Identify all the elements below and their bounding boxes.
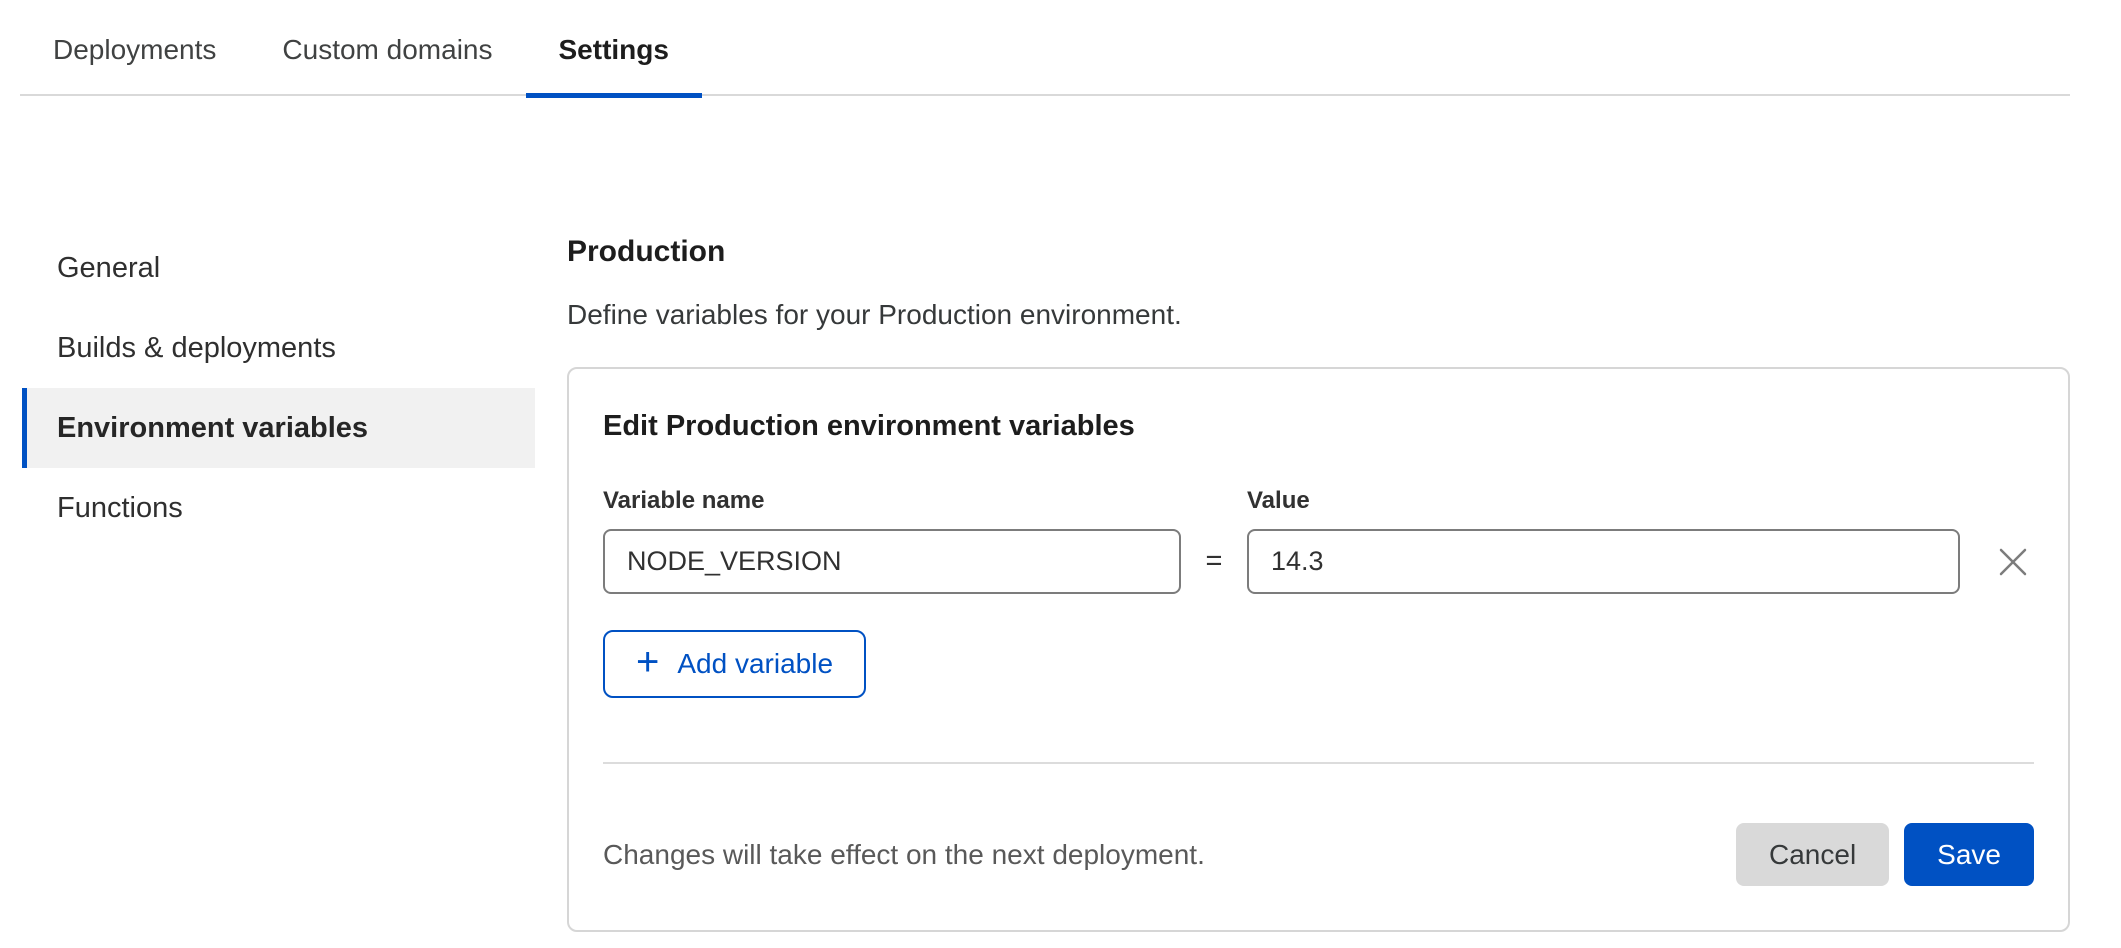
sidebar-item-functions[interactable]: Functions	[22, 468, 535, 548]
equals-sign: =	[1181, 545, 1247, 578]
save-button[interactable]: Save	[1904, 823, 2034, 886]
tab-settings[interactable]: Settings	[526, 34, 702, 94]
footer-actions: Cancel Save	[1736, 823, 2034, 886]
card-footer: Changes will take effect on the next dep…	[603, 764, 2034, 929]
tab-custom-domains[interactable]: Custom domains	[249, 34, 525, 94]
cancel-button[interactable]: Cancel	[1736, 823, 1889, 886]
footer-note: Changes will take effect on the next dep…	[603, 839, 1205, 871]
tab-bar: Deployments Custom domains Settings	[20, 0, 2070, 96]
variable-value-input[interactable]	[1247, 529, 1960, 594]
settings-sidebar: General Builds & deployments Environment…	[0, 228, 545, 548]
tab-deployments[interactable]: Deployments	[20, 34, 249, 94]
page-subtitle: Define variables for your Production env…	[567, 298, 2070, 331]
settings-layout: General Builds & deployments Environment…	[0, 96, 2121, 932]
remove-variable-button[interactable]	[1960, 546, 2034, 578]
sidebar-item-builds-deployments[interactable]: Builds & deployments	[22, 308, 535, 388]
sidebar-item-environment-variables[interactable]: Environment variables	[22, 388, 535, 468]
page-title: Production	[567, 234, 2070, 269]
sidebar-item-general[interactable]: General	[22, 228, 535, 308]
variable-row: =	[603, 529, 2034, 594]
value-label: Value	[1247, 487, 1310, 515]
add-variable-label: Add variable	[677, 648, 833, 680]
environment-variables-card: Edit Production environment variables Va…	[567, 367, 2070, 932]
value-wrap	[1247, 529, 2034, 594]
x-icon	[1998, 547, 2028, 577]
field-labels-row: Variable name Value	[603, 487, 2034, 515]
add-variable-button[interactable]: + Add variable	[603, 630, 866, 698]
variable-name-input[interactable]	[603, 529, 1181, 594]
main-panel: Production Define variables for your Pro…	[567, 228, 2070, 932]
card-title: Edit Production environment variables	[603, 409, 2034, 443]
variable-name-label: Variable name	[603, 487, 1247, 515]
plus-icon: +	[636, 642, 659, 682]
